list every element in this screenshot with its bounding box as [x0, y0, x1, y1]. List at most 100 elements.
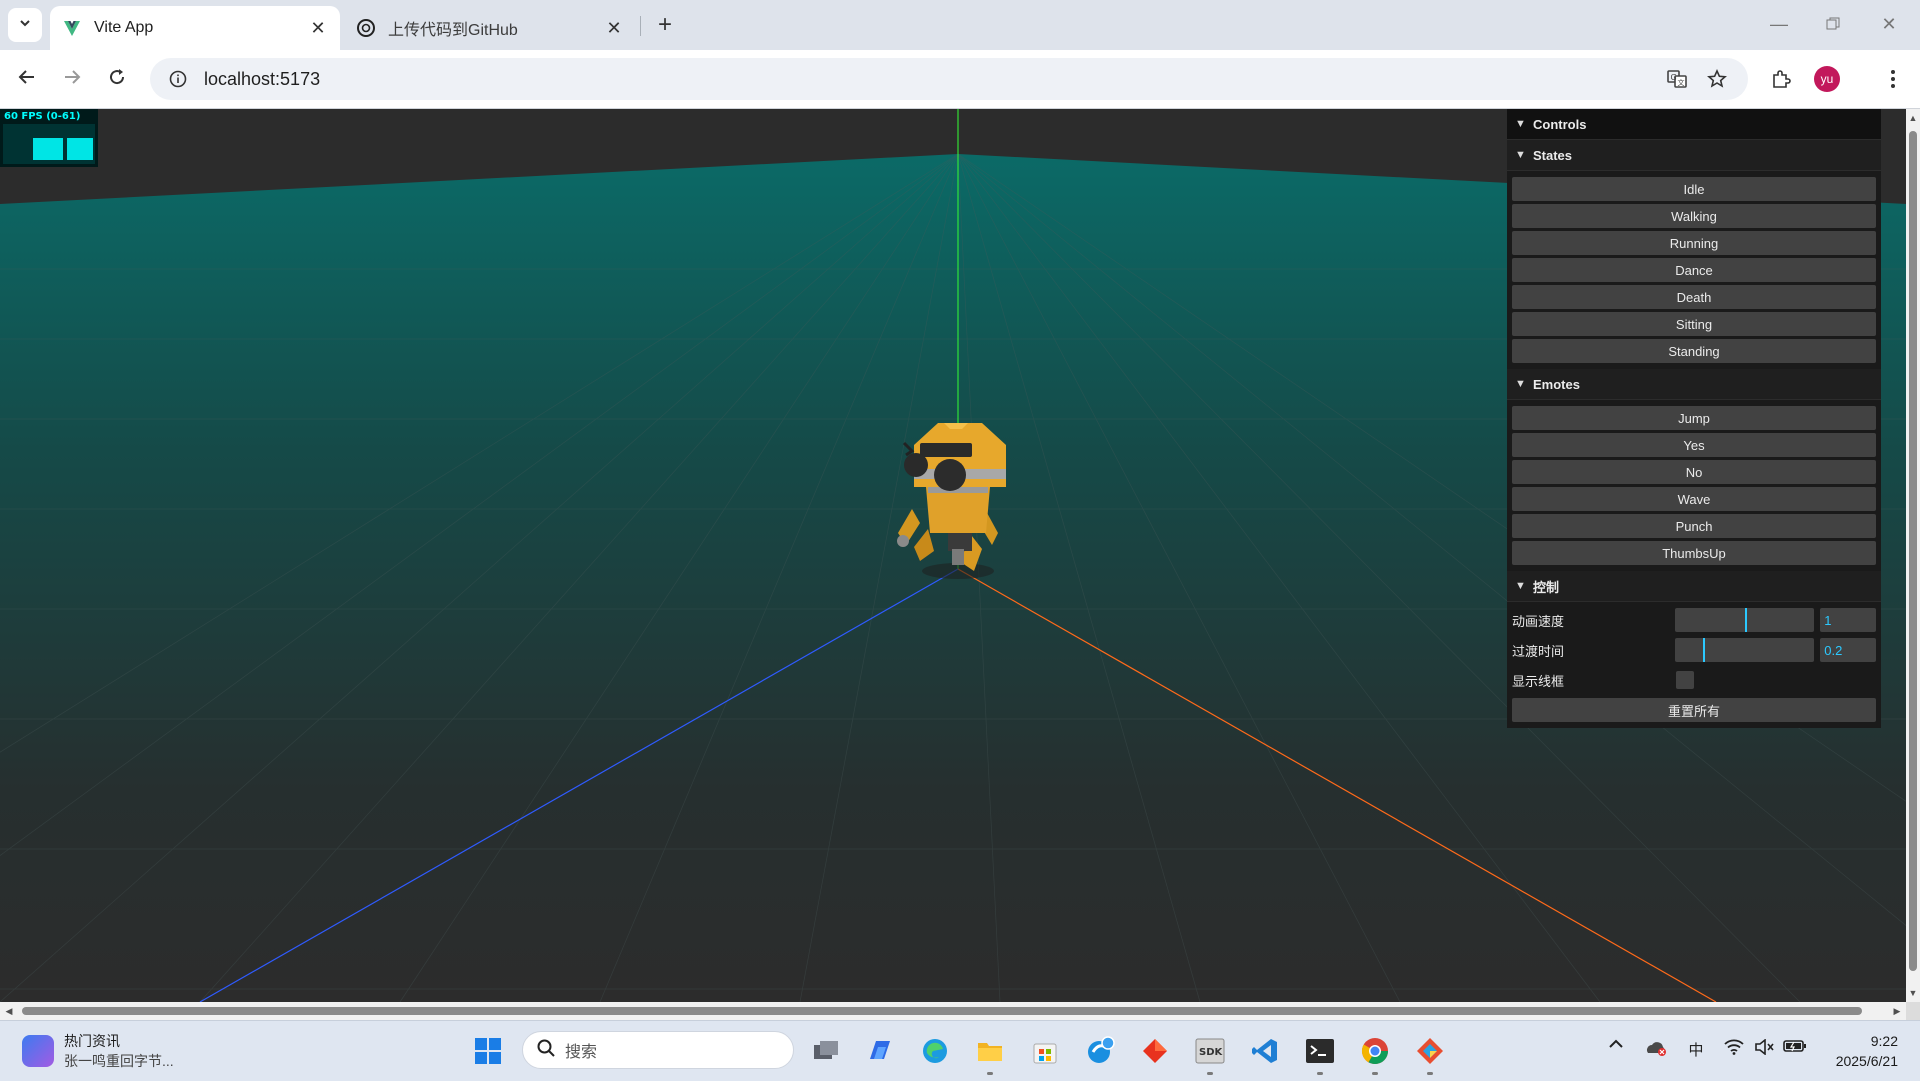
- tab-github-upload[interactable]: 上传代码到GitHub ✕: [346, 6, 636, 50]
- close-tab-icon[interactable]: ✕: [602, 16, 626, 40]
- emote-yes-button[interactable]: Yes: [1512, 433, 1876, 457]
- sdk-icon[interactable]: SDK: [1192, 1033, 1228, 1075]
- horizontal-scroll-thumb[interactable]: [22, 1007, 1862, 1015]
- arrow-left-icon: [17, 67, 37, 92]
- url-input[interactable]: [202, 67, 1506, 91]
- kebab-menu-icon[interactable]: [1876, 62, 1910, 96]
- state-standing-button[interactable]: Standing: [1512, 339, 1876, 363]
- emote-punch-button[interactable]: Punch: [1512, 514, 1876, 538]
- tab-vite-app[interactable]: Vite App ✕: [50, 6, 340, 50]
- fade-slider[interactable]: [1675, 638, 1815, 662]
- speed-slider-knob[interactable]: [1744, 608, 1747, 632]
- state-idle-button[interactable]: Idle: [1512, 177, 1876, 201]
- scrollbar-corner: [1906, 1002, 1920, 1020]
- horizontal-scrollbar[interactable]: ◀ ▶: [0, 1002, 1906, 1020]
- chevron-down-icon: [18, 16, 32, 35]
- fade-label: 过渡时间: [1512, 643, 1565, 659]
- openai-logo-icon: [356, 18, 376, 38]
- scroll-down-icon[interactable]: ▼: [1906, 986, 1920, 1000]
- close-window-icon[interactable]: ✕: [1866, 8, 1912, 40]
- new-tab-button[interactable]: +: [650, 10, 680, 40]
- forward-button[interactable]: [55, 62, 89, 96]
- wireframe-checkbox[interactable]: [1676, 671, 1694, 689]
- taskbar-search[interactable]: 搜索: [522, 1031, 794, 1069]
- onedrive-offline-icon[interactable]: [1644, 1039, 1668, 1057]
- state-sitting-button[interactable]: Sitting: [1512, 312, 1876, 336]
- battery-charging-icon[interactable]: [1782, 1039, 1808, 1053]
- copilot-icon[interactable]: [862, 1033, 898, 1069]
- state-walking-button[interactable]: Walking: [1512, 204, 1876, 228]
- webgl-canvas[interactable]: 60 FPS (0-61) ▼ Controls ▼ States Idle W…: [0, 109, 1906, 1002]
- folder-emotes-title[interactable]: ▼ Emotes: [1507, 369, 1881, 400]
- chrome-icon[interactable]: [1357, 1033, 1393, 1075]
- chevron-down-icon: ▼: [1515, 149, 1526, 161]
- fade-value-input[interactable]: 0.2: [1820, 638, 1876, 662]
- file-explorer-icon[interactable]: [972, 1033, 1008, 1075]
- news-widget[interactable]: 热门资讯 张一鸣重回字节...: [22, 1031, 174, 1071]
- folder-control-title[interactable]: ▼ 控制: [1507, 571, 1881, 602]
- folder-title: Emotes: [1533, 376, 1580, 392]
- fps-bar: [33, 138, 63, 160]
- restore-window-icon[interactable]: [1810, 8, 1856, 40]
- news-widget-icon: [22, 1035, 54, 1067]
- state-dance-button[interactable]: Dance: [1512, 258, 1876, 282]
- scroll-right-icon[interactable]: ▶: [1890, 1004, 1904, 1018]
- windows-start-icon[interactable]: [470, 1033, 506, 1069]
- controls-title: Controls: [1533, 116, 1587, 132]
- emote-jump-button[interactable]: Jump: [1512, 406, 1876, 430]
- speed-value-input[interactable]: 1: [1820, 608, 1876, 632]
- app-red-icon[interactable]: [1137, 1033, 1173, 1069]
- emote-no-button[interactable]: No: [1512, 460, 1876, 484]
- fade-slider-knob[interactable]: [1702, 638, 1705, 662]
- running-indicator: [1207, 1072, 1213, 1075]
- svg-text:SDK: SDK: [1199, 1047, 1224, 1058]
- address-bar[interactable]: [150, 58, 1748, 100]
- tab-divider: [640, 16, 641, 36]
- bookmark-star-icon[interactable]: [1700, 62, 1734, 96]
- fps-stats-panel[interactable]: 60 FPS (0-61): [0, 109, 98, 167]
- profile-avatar[interactable]: yu: [1810, 62, 1844, 96]
- wifi-icon[interactable]: [1722, 1039, 1746, 1055]
- minimize-window-icon[interactable]: —: [1756, 8, 1802, 40]
- svg-text:G: G: [1671, 73, 1677, 82]
- close-tab-icon[interactable]: ✕: [306, 16, 330, 40]
- ime-indicator[interactable]: 中: [1684, 1039, 1708, 1060]
- reset-all-button[interactable]: 重置所有: [1512, 698, 1876, 722]
- state-running-button[interactable]: Running: [1512, 231, 1876, 255]
- extensions-puzzle-icon[interactable]: [1764, 62, 1798, 96]
- browser-icon[interactable]: [1082, 1033, 1118, 1069]
- wireframe-label: 显示线框: [1512, 673, 1565, 689]
- state-death-button[interactable]: Death: [1512, 285, 1876, 309]
- tab-search-button[interactable]: [8, 8, 42, 42]
- volume-muted-icon[interactable]: [1752, 1039, 1776, 1055]
- news-subtitle: 张一鸣重回字节...: [64, 1053, 174, 1069]
- translate-icon[interactable]: G文: [1660, 62, 1694, 96]
- controls-title-bar[interactable]: ▼ Controls: [1507, 109, 1881, 140]
- speed-slider[interactable]: [1675, 608, 1815, 632]
- scroll-left-icon[interactable]: ◀: [2, 1004, 16, 1018]
- browser-tab-strip: Vite App ✕ 上传代码到GitHub ✕ + — ✕: [0, 0, 1920, 50]
- terminal-icon[interactable]: [1302, 1033, 1338, 1075]
- scroll-up-icon[interactable]: ▲: [1906, 111, 1920, 125]
- vscode-icon[interactable]: [1247, 1033, 1283, 1069]
- emote-wave-button[interactable]: Wave: [1512, 487, 1876, 511]
- tab-title: 上传代码到GitHub: [388, 22, 518, 39]
- folder-states-title[interactable]: ▼ States: [1507, 140, 1881, 171]
- speed-row: 动画速度 1: [1512, 605, 1876, 635]
- news-title: 热门资讯: [64, 1033, 120, 1049]
- emote-thumbsup-button[interactable]: ThumbsUp: [1512, 541, 1876, 565]
- edge-icon[interactable]: [917, 1033, 953, 1069]
- reload-icon: [107, 67, 127, 92]
- git-icon[interactable]: [1412, 1033, 1448, 1075]
- back-button[interactable]: [10, 62, 44, 96]
- ms-store-icon[interactable]: [1027, 1033, 1063, 1069]
- site-info-icon[interactable]: [158, 58, 198, 100]
- system-clock[interactable]: 9:22 2025/6/21: [1822, 1031, 1898, 1071]
- running-indicator: [1372, 1072, 1378, 1075]
- task-view-icon[interactable]: [808, 1033, 844, 1069]
- vertical-scroll-thumb[interactable]: [1909, 131, 1917, 971]
- reload-button[interactable]: [100, 62, 134, 96]
- show-hidden-icons-icon[interactable]: [1604, 1039, 1628, 1049]
- vertical-scrollbar[interactable]: ▲ ▼: [1906, 109, 1920, 1002]
- svg-text:文: 文: [1678, 78, 1685, 87]
